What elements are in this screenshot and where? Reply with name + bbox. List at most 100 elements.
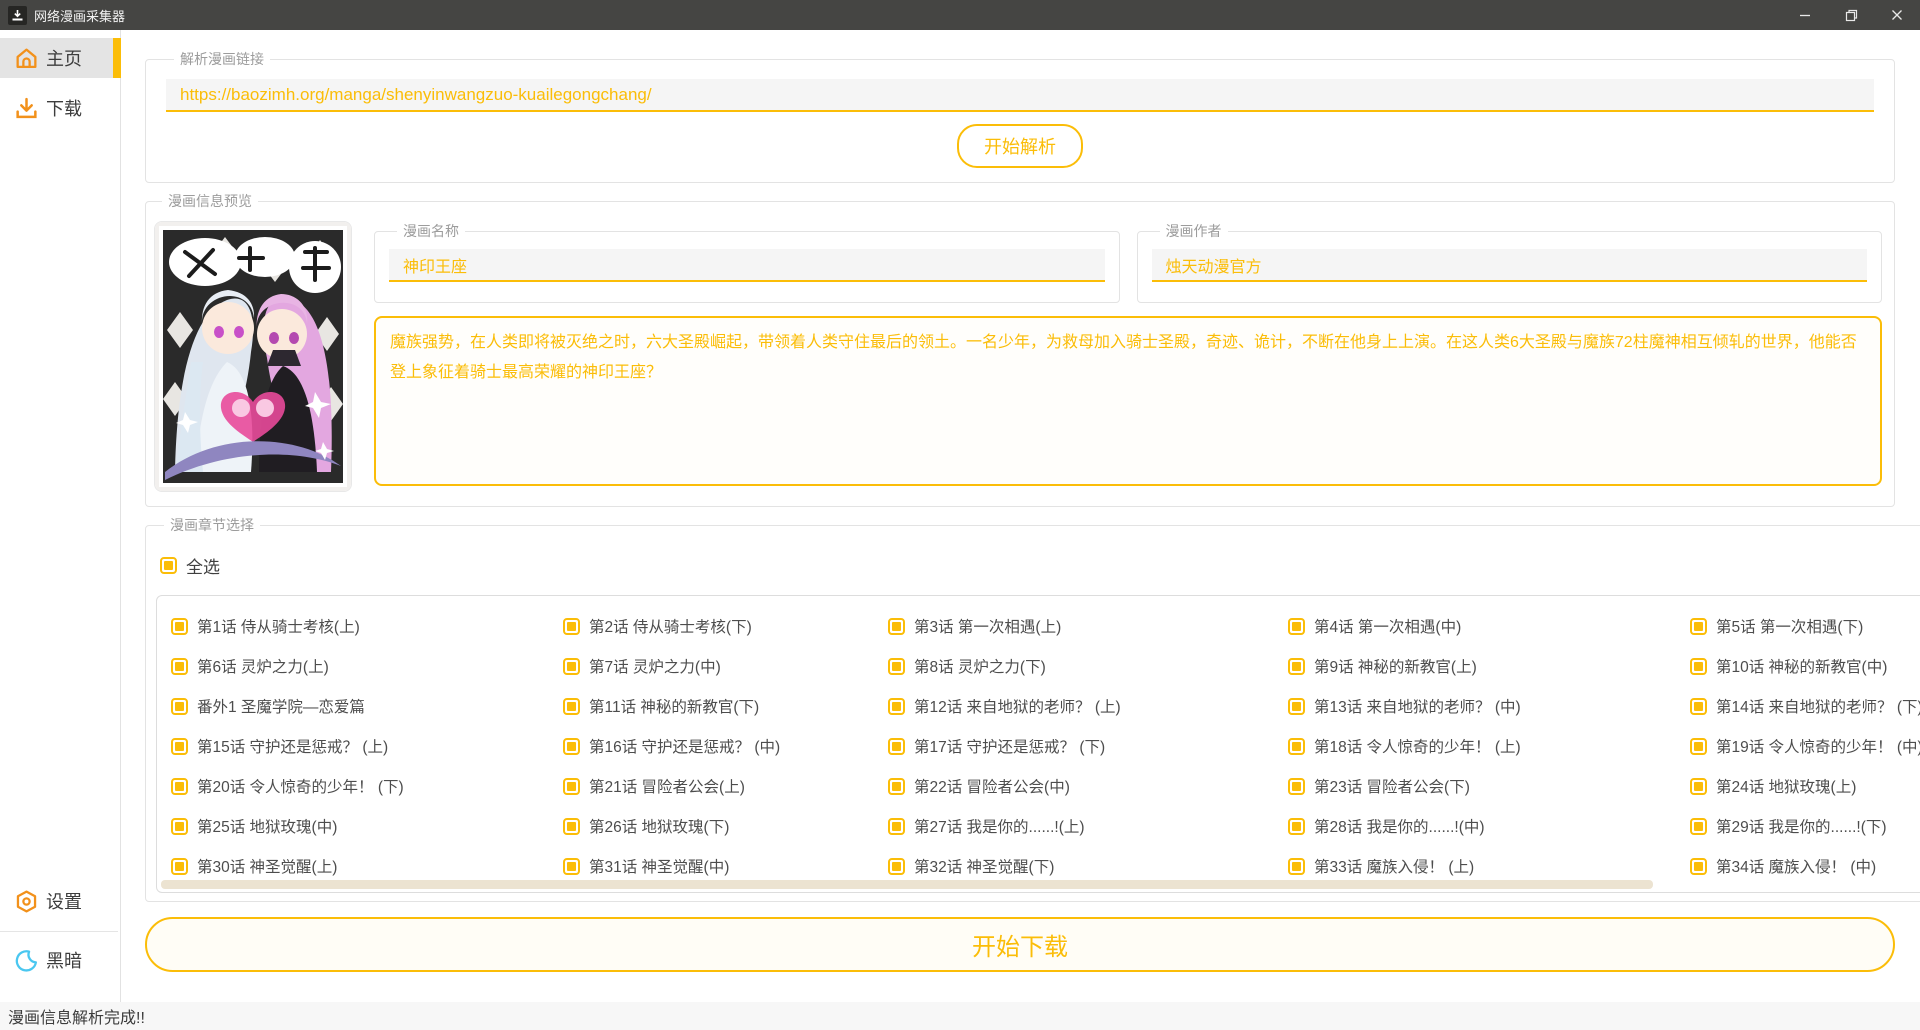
sidebar-item-dark-mode[interactable]: 黑暗: [0, 940, 113, 980]
chapter-label: 第1话 侍从骑士考核(上): [197, 619, 360, 636]
start-parse-button[interactable]: 开始解析: [957, 124, 1083, 168]
manga-author-section: 漫画作者: [1136, 221, 1882, 303]
chapter-item[interactable]: 第2话 侍从骑士考核(下): [563, 606, 888, 646]
chapter-label: 第13话 来自地狱的老师？ (中): [1314, 699, 1521, 716]
chapter-item[interactable]: 第7话 灵炉之力(中): [563, 646, 888, 686]
chapter-checkbox[interactable]: [171, 777, 188, 795]
sidebar-item-home[interactable]: 主页: [0, 38, 121, 78]
chapter-item[interactable]: 第16话 守护还是惩戒？ (中): [563, 726, 888, 766]
chapter-label: 第22话 冒险者公会(中): [914, 779, 1070, 796]
chapter-label: 第21话 冒险者公会(上): [589, 779, 745, 796]
chapter-label: 第5话 第一次相遇(下): [1716, 619, 1864, 636]
chapter-item[interactable]: 第5话 第一次相遇(下): [1690, 606, 1920, 646]
chapter-checkbox[interactable]: [888, 817, 905, 835]
chapter-checkbox[interactable]: [563, 657, 580, 675]
chapter-item[interactable]: 第24话 地狱玫瑰(上): [1690, 766, 1920, 806]
chapter-item[interactable]: 第11话 神秘的新教官(下): [563, 686, 888, 726]
chapter-checkbox[interactable]: [888, 657, 905, 675]
chapter-item[interactable]: 第13话 来自地狱的老师？ (中): [1288, 686, 1690, 726]
chapter-item[interactable]: 第34话 魔族入侵！ (中): [1690, 846, 1920, 886]
chapter-label: 第31话 神圣觉醒(中): [589, 859, 730, 876]
chapter-checkbox[interactable]: [1288, 617, 1305, 635]
chapter-checkbox[interactable]: [171, 657, 188, 675]
chapter-checkbox[interactable]: [171, 857, 188, 875]
chapter-checkbox[interactable]: [563, 617, 580, 635]
chapter-checkbox[interactable]: [888, 697, 905, 715]
manga-author-input[interactable]: [1151, 249, 1867, 282]
chapter-item[interactable]: 第8话 灵炉之力(下): [888, 646, 1288, 686]
chapter-checkbox[interactable]: [1690, 777, 1707, 795]
chapter-checkbox[interactable]: [888, 737, 905, 755]
chapter-checkbox[interactable]: [1690, 857, 1707, 875]
manga-cover-image: [154, 221, 352, 492]
select-all-toggle[interactable]: 全选: [160, 553, 220, 578]
status-bar: 漫画信息解析完成!!: [0, 1002, 1920, 1030]
chapter-item[interactable]: 第1话 侍从骑士考核(上): [171, 606, 563, 646]
chapter-item[interactable]: 第21话 冒险者公会(上): [563, 766, 888, 806]
chapter-item[interactable]: 第20话 令人惊奇的少年！ (下): [171, 766, 563, 806]
select-all-label: 全选: [186, 557, 220, 577]
chapter-checkbox[interactable]: [1690, 657, 1707, 675]
manga-name-input[interactable]: [389, 249, 1105, 282]
chapter-checkbox[interactable]: [1690, 817, 1707, 835]
chapter-checkbox[interactable]: [1288, 657, 1305, 675]
chapter-item[interactable]: 第10话 神秘的新教官(中): [1690, 646, 1920, 686]
manga-url-input[interactable]: [166, 79, 1874, 112]
chapter-item[interactable]: 番外1 圣魔学院—恋爱篇: [171, 686, 563, 726]
minimize-button[interactable]: [1782, 0, 1828, 30]
chapter-checkbox[interactable]: [563, 777, 580, 795]
chapter-item[interactable]: 第17话 守护还是惩戒？ (下): [888, 726, 1288, 766]
chapter-item[interactable]: 第9话 神秘的新教官(上): [1288, 646, 1690, 686]
chapter-item[interactable]: 第3话 第一次相遇(上): [888, 606, 1288, 646]
chapter-item[interactable]: 第25话 地狱玫瑰(中): [171, 806, 563, 846]
chapter-item[interactable]: 第12话 来自地狱的老师？ (上): [888, 686, 1288, 726]
chapter-checkbox[interactable]: [888, 857, 905, 875]
chapter-item[interactable]: 第4话 第一次相遇(中): [1288, 606, 1690, 646]
parse-link-legend: 解析漫画链接: [180, 51, 264, 67]
chapter-checkbox[interactable]: [171, 697, 188, 715]
chapter-item[interactable]: 第15话 守护还是惩戒？ (上): [171, 726, 563, 766]
chapter-item[interactable]: 第29话 我是你的......!(下): [1690, 806, 1920, 846]
chapter-checkbox[interactable]: [171, 817, 188, 835]
chapter-checkbox[interactable]: [888, 777, 905, 795]
select-all-checkbox[interactable]: [160, 556, 177, 574]
chapter-checkbox[interactable]: [563, 697, 580, 715]
chapter-checkbox[interactable]: [1690, 737, 1707, 755]
chapter-label: 第28话 我是你的......!(中): [1314, 819, 1485, 836]
sidebar-item-settings[interactable]: 设置: [0, 881, 113, 921]
start-download-button[interactable]: 开始下载: [145, 917, 1895, 972]
minimize-icon: [1800, 14, 1810, 17]
chapter-item[interactable]: 第23话 冒险者公会(下): [1288, 766, 1690, 806]
chapter-checkbox[interactable]: [171, 617, 188, 635]
chapter-item[interactable]: 第19话 令人惊奇的少年！ (中): [1690, 726, 1920, 766]
chapter-label: 第20话 令人惊奇的少年！ (下): [197, 779, 404, 796]
maximize-button[interactable]: [1828, 0, 1874, 30]
chapter-item[interactable]: 第6话 灵炉之力(上): [171, 646, 563, 686]
chapter-item[interactable]: 第27话 我是你的......!(上): [888, 806, 1288, 846]
chapter-item[interactable]: 第28话 我是你的......!(中): [1288, 806, 1690, 846]
chapter-checkbox[interactable]: [563, 737, 580, 755]
chapter-item[interactable]: 第14话 来自地狱的老师？ (下): [1690, 686, 1920, 726]
horizontal-scrollbar[interactable]: [161, 880, 1654, 889]
chapter-checkbox[interactable]: [1690, 617, 1707, 635]
chapter-checkbox[interactable]: [1288, 857, 1305, 875]
chapter-item[interactable]: 第18话 令人惊奇的少年！ (上): [1288, 726, 1690, 766]
chapter-item[interactable]: 第22话 冒险者公会(中): [888, 766, 1288, 806]
chapter-checkbox[interactable]: [563, 817, 580, 835]
chapter-list[interactable]: 第1话 侍从骑士考核(上) 第2话 侍从骑士考核(下) 第3话 第一次相遇(上) 第4…: [156, 595, 1920, 893]
chapter-checkbox[interactable]: [1288, 817, 1305, 835]
chapter-checkbox[interactable]: [1288, 737, 1305, 755]
sidebar-item-download[interactable]: 下载: [0, 88, 113, 128]
chapter-checkbox[interactable]: [171, 737, 188, 755]
chapter-item[interactable]: 第26话 地狱玫瑰(下): [563, 806, 888, 846]
chapter-label: 第32话 神圣觉醒(下): [914, 859, 1055, 876]
close-button[interactable]: [1874, 0, 1920, 30]
chapter-checkbox[interactable]: [1288, 697, 1305, 715]
chapter-checkbox[interactable]: [563, 857, 580, 875]
chapter-label: 第15话 守护还是惩戒？ (上): [197, 739, 389, 756]
chapter-checkbox[interactable]: [888, 617, 905, 635]
chapter-checkbox[interactable]: [1690, 697, 1707, 715]
manga-description[interactable]: 魔族强势，在人类即将被灭绝之时，六大圣殿崛起，带领着人类守住最后的领土。一名少年…: [374, 316, 1882, 486]
chapter-label: 第12话 来自地狱的老师？ (上): [914, 699, 1121, 716]
chapter-checkbox[interactable]: [1288, 777, 1305, 795]
